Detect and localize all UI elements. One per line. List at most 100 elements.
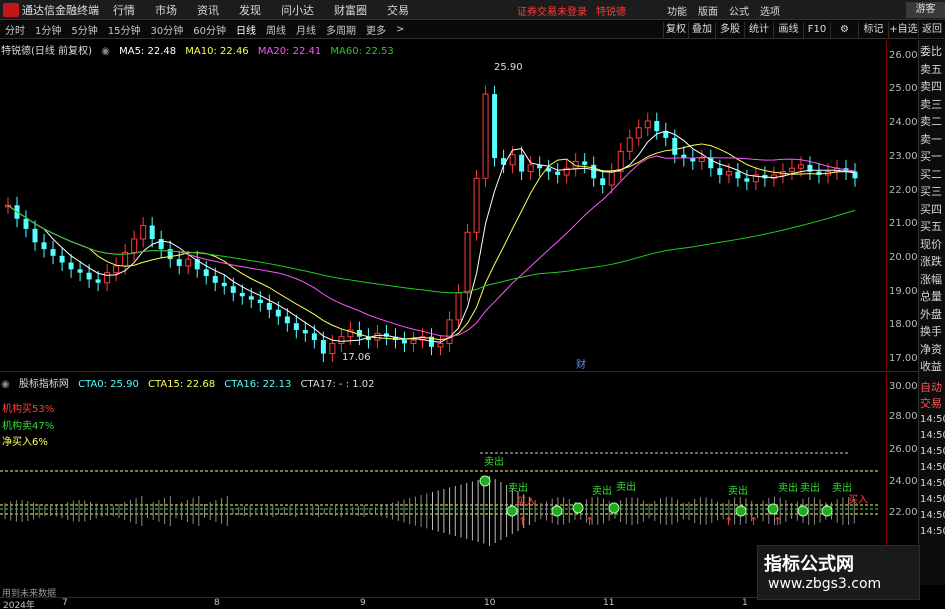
side-panel-item[interactable]: 净资	[920, 342, 945, 358]
side-panel-item[interactable]: 买三	[920, 184, 945, 200]
cta0-label: CTA0: 25.90	[78, 379, 139, 390]
date-label: 7	[62, 598, 68, 608]
finance-marker[interactable]: 财	[576, 358, 586, 370]
candle-body	[582, 161, 588, 165]
side-panel-item[interactable]: 委比	[920, 44, 945, 60]
candles	[5, 85, 858, 362]
overlay-button[interactable]: 叠加	[688, 22, 715, 38]
date-label: 2024年	[3, 601, 35, 609]
up-arrow-icon: ↑	[518, 515, 527, 528]
candle-body	[672, 137, 678, 155]
side-panel-item[interactable]: 涨跌	[920, 254, 945, 270]
side-panel-item[interactable]: 买二	[920, 167, 945, 183]
tf-more[interactable]: 更多	[366, 22, 386, 37]
y-tick: 26.00	[889, 50, 918, 61]
settings-icon[interactable]: ⚙	[830, 22, 858, 38]
candle-body	[644, 120, 651, 129]
sell-signal-label: 卖出	[728, 484, 748, 497]
sell-signal-label: 卖出	[592, 484, 612, 497]
side-panel-item[interactable]: 买一	[920, 149, 945, 165]
tf-daily[interactable]: 日线	[236, 22, 256, 37]
signal-marker	[572, 502, 584, 514]
statistics-button[interactable]: 统计	[744, 22, 773, 38]
side-panel-item[interactable]: 涨幅	[920, 272, 945, 288]
auto-trade-label[interactable]: 自动	[920, 380, 945, 396]
tf-30min[interactable]: 30分钟	[150, 22, 183, 37]
multi-stock-button[interactable]: 多股	[715, 22, 744, 38]
candle-body	[797, 164, 804, 169]
pane-divider[interactable]	[0, 371, 918, 372]
menu-market[interactable]: 市场	[155, 2, 177, 18]
menu-ask-xiaoda[interactable]: 问小达	[281, 2, 314, 18]
side-panel-item[interactable]: 卖四	[920, 79, 945, 95]
side-panel-item[interactable]: 总量	[920, 289, 945, 305]
side-panel-item[interactable]: 换手	[920, 324, 945, 340]
candle-body	[257, 299, 263, 304]
tf-intraday[interactable]: 分时	[5, 22, 25, 37]
candle-body	[95, 279, 101, 283]
tf-60min[interactable]: 60分钟	[193, 22, 226, 37]
side-panel-item[interactable]: 现价	[920, 237, 945, 253]
menu-wealth-circle[interactable]: 财富圈	[334, 2, 367, 18]
candle-body	[221, 282, 227, 287]
guest-button[interactable]: 游客	[906, 2, 945, 18]
back-button[interactable]: 返回	[918, 22, 945, 38]
candle-body	[239, 292, 245, 297]
chevron-right-icon[interactable]: >	[396, 24, 404, 35]
candle-body	[302, 329, 308, 334]
side-panel-item[interactable]: 卖二	[920, 114, 945, 130]
candle-body	[176, 259, 182, 266]
side-panel-item[interactable]: 外盘	[920, 307, 945, 323]
side-panel-item[interactable]: 收益	[920, 359, 945, 375]
tf-multi-period[interactable]: 多周期	[326, 22, 356, 37]
candle-body	[212, 276, 218, 283]
menu-function[interactable]: 功能	[667, 3, 687, 18]
login-notice[interactable]: 证券交易未登录	[517, 3, 587, 18]
up-arrow-icon: ↑	[773, 515, 782, 528]
menu-trade[interactable]: 交易	[387, 2, 409, 18]
mark-button[interactable]: 标记	[858, 22, 888, 38]
y-tick: 25.00	[889, 83, 918, 94]
menu-options[interactable]: 选项	[760, 3, 780, 18]
candle-body	[320, 340, 326, 354]
y-tick: 17.00	[889, 353, 918, 364]
candle-body	[635, 127, 642, 139]
side-panel-item[interactable]: 卖五	[920, 62, 945, 78]
candle-body	[329, 342, 336, 355]
ma5-label: MA5: 22.48	[119, 46, 177, 57]
side-panel-item[interactable]: 卖三	[920, 97, 945, 113]
trade-time: 14:50	[920, 414, 945, 425]
tf-weekly[interactable]: 周线	[266, 22, 286, 37]
add-watchlist-button[interactable]: +自选	[888, 22, 918, 38]
candle-body	[41, 242, 47, 250]
drawing-button[interactable]: 画线	[773, 22, 803, 38]
tf-1min[interactable]: 1分钟	[35, 22, 61, 37]
menu-news[interactable]: 资讯	[197, 2, 219, 18]
date-label: 8	[214, 598, 220, 608]
candle-body	[23, 218, 29, 229]
menu-layout[interactable]: 版面	[698, 3, 718, 18]
tf-monthly[interactable]: 月线	[296, 22, 316, 37]
y-tick: 24.00	[889, 117, 918, 128]
menu-quotes[interactable]: 行情	[113, 2, 135, 18]
date-label: 1	[742, 598, 748, 608]
quote-side-panel: 委比卖五 卖四卖三 卖二卖一 买一买二 买三买四 买五现价 涨跌涨幅 总量外盘 换手净资 收益自动…	[918, 40, 945, 585]
tf-15min[interactable]: 15分钟	[108, 22, 141, 37]
menu-discover[interactable]: 发现	[239, 2, 261, 18]
candlestick-chart[interactable]: 25.90 17.06 财	[0, 40, 886, 370]
candle-body	[608, 171, 615, 186]
auto-trade-label[interactable]: 交易	[920, 396, 945, 412]
side-panel-item[interactable]: 买五	[920, 219, 945, 235]
menu-formula[interactable]: 公式	[729, 3, 749, 18]
candle-body	[455, 292, 462, 321]
side-panel-item[interactable]: 买四	[920, 202, 945, 218]
up-arrow-icon: ↑	[585, 515, 594, 528]
indicator-chart[interactable]: 卖出卖出 卖出 卖出 卖出 卖出 卖出 卖出买入 买入↑ ↑ ↑ ↑ ↑	[0, 373, 886, 573]
y-tick: 21.00	[889, 218, 918, 229]
tf-5min[interactable]: 5分钟	[71, 22, 97, 37]
f10-button[interactable]: F10	[803, 22, 830, 38]
y-tick: 30.00	[889, 381, 918, 392]
side-panel-item[interactable]: 卖一	[920, 132, 945, 148]
sell-signal-label: 卖出	[778, 481, 798, 494]
restore-rights-button[interactable]: 复权	[663, 22, 688, 38]
